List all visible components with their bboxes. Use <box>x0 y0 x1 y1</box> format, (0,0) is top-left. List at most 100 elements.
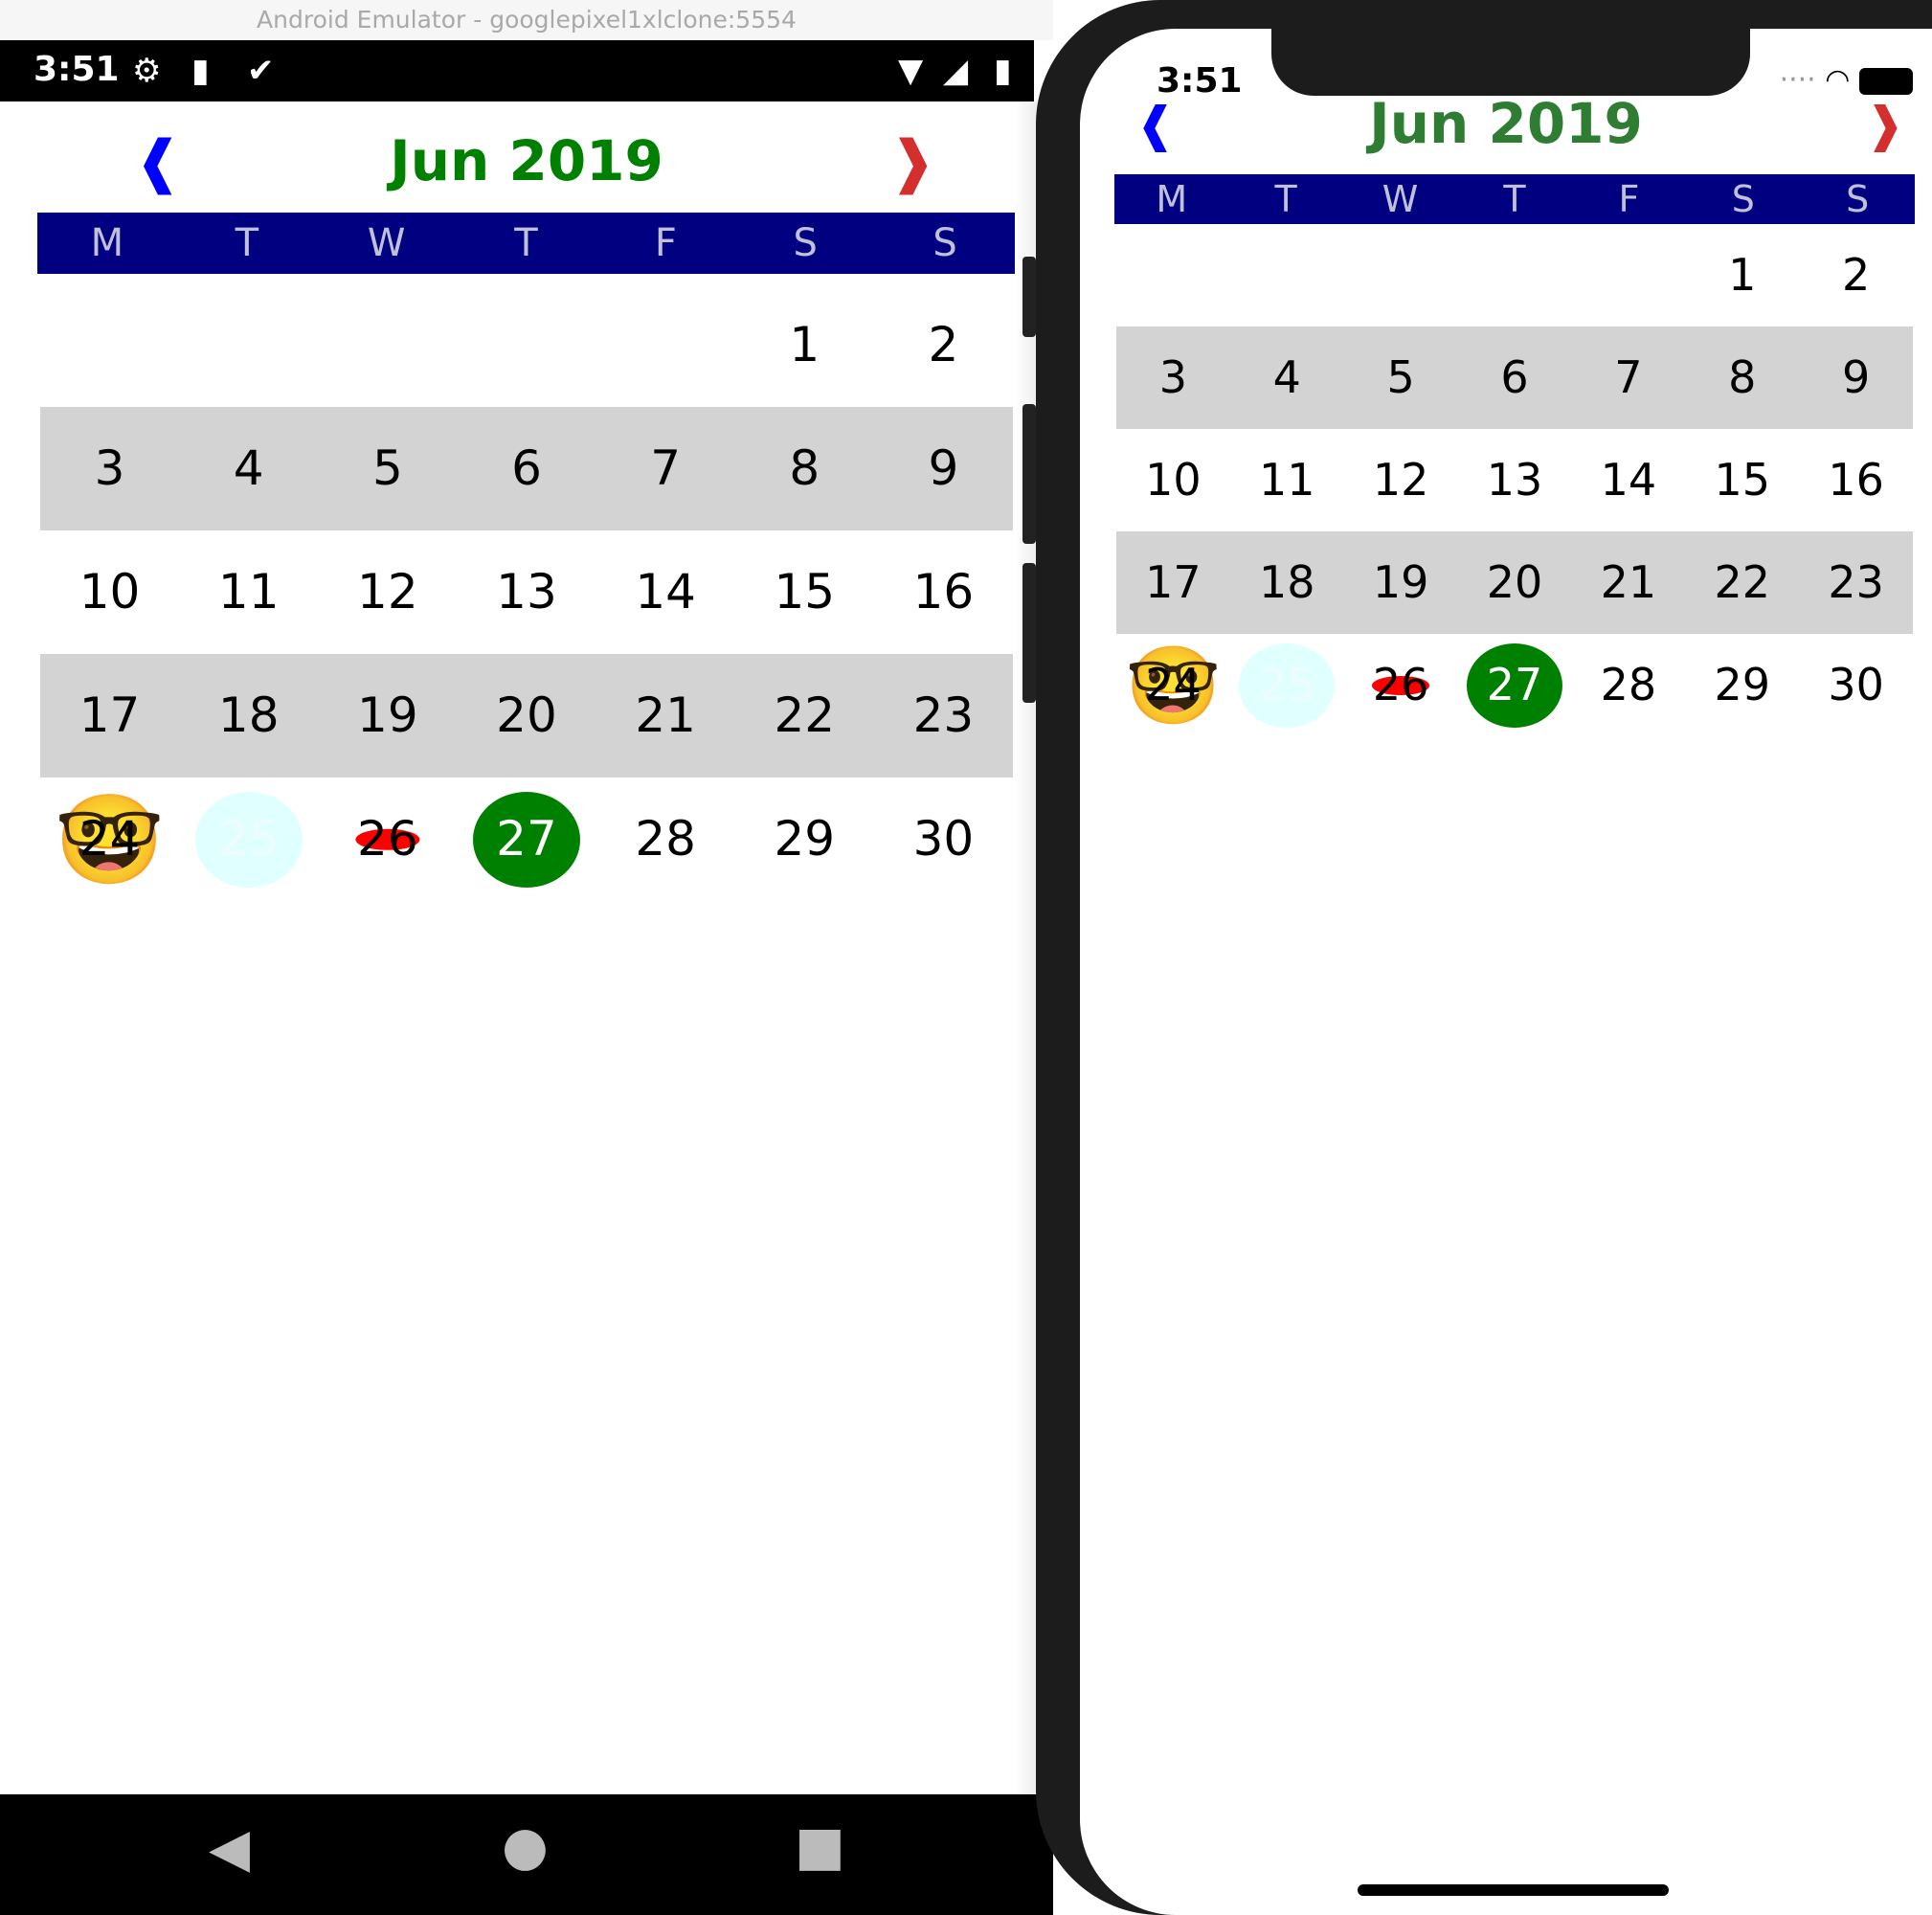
day-cell[interactable]: 22 <box>735 654 874 777</box>
day-cell[interactable]: 3 <box>40 407 179 530</box>
day-cell[interactable]: 2 <box>874 283 1013 407</box>
day-cell[interactable]: 27 <box>457 777 595 901</box>
day-number: 8 <box>789 440 820 496</box>
weekday-label: S <box>932 221 957 265</box>
day-cell[interactable]: 2 <box>1799 224 1913 327</box>
day-number: 28 <box>635 811 696 867</box>
next-month-button[interactable]: ❱ <box>888 128 936 195</box>
day-cell[interactable]: 7 <box>596 407 735 530</box>
day-number: 1 <box>1728 249 1757 301</box>
day-cell[interactable]: 4 <box>1230 327 1344 429</box>
day-cell[interactable]: 26 <box>1344 634 1458 736</box>
day-cell[interactable]: 11 <box>1230 429 1344 531</box>
day-cell[interactable]: 16 <box>874 530 1013 654</box>
wifi-icon: ▼ <box>898 52 924 90</box>
day-number: 22 <box>1714 556 1770 608</box>
day-cell[interactable]: 1 <box>735 283 874 407</box>
day-number: 27 <box>1486 659 1543 710</box>
day-cell[interactable]: 10 <box>40 530 179 654</box>
day-cell[interactable]: 5 <box>318 407 457 530</box>
day-cell[interactable]: 12 <box>318 530 457 654</box>
day-number: 17 <box>1145 556 1202 608</box>
day-cell[interactable]: 22 <box>1685 531 1799 634</box>
day-cell[interactable]: 21 <box>1571 531 1685 634</box>
day-number: 23 <box>1828 556 1884 608</box>
day-cell[interactable]: 13 <box>457 530 595 654</box>
day-cell[interactable]: 23 <box>874 654 1013 777</box>
day-cell[interactable]: 28 <box>596 777 735 901</box>
day-cell[interactable]: 14 <box>1571 429 1685 531</box>
day-cell[interactable]: 🤓 24 <box>40 777 179 901</box>
android-app-content: ❰ Jun 2019 ❱ MTWTFSS 1 2 3 4 5 6 7 8 9 10 11 12 13 14… <box>0 101 1034 1794</box>
day-cell[interactable]: 6 <box>1458 327 1572 429</box>
day-number: 26 <box>1372 659 1429 710</box>
day-cell[interactable]: 26 <box>318 777 457 901</box>
emulator-side-button[interactable] <box>1022 257 1036 337</box>
next-month-button[interactable]: ❱ <box>1865 97 1905 152</box>
day-cell[interactable]: 17 <box>40 654 179 777</box>
day-cell[interactable]: 17 <box>1116 531 1230 634</box>
day-cell[interactable]: 29 <box>1685 634 1799 736</box>
day-number: 2 <box>1841 249 1871 301</box>
day-cell[interactable]: 10 <box>1116 429 1230 531</box>
week-row: 12 <box>1116 224 1913 327</box>
day-cell[interactable]: 30 <box>1799 634 1913 736</box>
weekday-label: S <box>1731 178 1755 220</box>
day-cell[interactable]: 11 <box>179 530 318 654</box>
day-cell[interactable]: 3 <box>1116 327 1230 429</box>
day-cell[interactable]: 9 <box>874 407 1013 530</box>
day-cell[interactable]: 8 <box>735 407 874 530</box>
day-number: 30 <box>912 811 975 867</box>
day-cell[interactable]: 4 <box>179 407 318 530</box>
recents-icon[interactable]: ■ <box>795 1815 845 1878</box>
day-cell[interactable]: 13 <box>1458 429 1572 531</box>
day-number: 18 <box>1259 556 1315 608</box>
emulator-side-button[interactable] <box>1022 404 1036 544</box>
day-cell[interactable]: 12 <box>1344 429 1458 531</box>
day-cell[interactable]: 20 <box>457 654 595 777</box>
day-cell[interactable]: 9 <box>1799 327 1913 429</box>
week-row: 12 <box>40 283 1013 407</box>
day-cell[interactable]: 15 <box>1685 429 1799 531</box>
empty-day-cell <box>1344 224 1458 327</box>
day-cell[interactable]: 19 <box>1344 531 1458 634</box>
weekday-label: T <box>1503 178 1526 220</box>
sd-card-icon: ▮ <box>191 52 210 90</box>
day-number: 19 <box>357 687 418 743</box>
day-cell[interactable]: 19 <box>318 654 457 777</box>
back-icon[interactable]: ◀ <box>209 1817 250 1880</box>
day-cell[interactable]: 5 <box>1344 327 1458 429</box>
home-indicator[interactable] <box>1358 1884 1669 1896</box>
day-cell[interactable]: 18 <box>1230 531 1344 634</box>
day-cell[interactable]: 28 <box>1571 634 1685 736</box>
emulator-side-button[interactable] <box>1022 563 1036 703</box>
day-cell[interactable]: 6 <box>457 407 595 530</box>
day-number: 24 <box>1145 659 1202 710</box>
day-cell[interactable]: 30 <box>874 777 1013 901</box>
empty-day-cell <box>1116 224 1230 327</box>
home-icon[interactable]: ● <box>502 1815 549 1878</box>
day-cell[interactable]: 1 <box>1685 224 1799 327</box>
day-number: 11 <box>217 564 280 620</box>
day-cell[interactable]: 20 <box>1458 531 1572 634</box>
day-cell[interactable]: 18 <box>179 654 318 777</box>
empty-day-cell <box>1458 224 1572 327</box>
weekday-label: S <box>1846 178 1870 220</box>
iphone-notch <box>1271 29 1750 96</box>
day-cell[interactable]: 21 <box>596 654 735 777</box>
day-cell[interactable]: 27 <box>1458 634 1572 736</box>
day-cell[interactable]: 14 <box>596 530 735 654</box>
day-cell[interactable]: 29 <box>735 777 874 901</box>
day-number: 15 <box>1714 454 1770 506</box>
day-cell[interactable]: 25 <box>179 777 318 901</box>
day-cell[interactable]: 15 <box>735 530 874 654</box>
day-cell[interactable]: 16 <box>1799 429 1913 531</box>
day-cell[interactable]: 8 <box>1685 327 1799 429</box>
day-cell[interactable]: 🤓 24 <box>1116 634 1230 736</box>
day-cell[interactable]: 7 <box>1571 327 1685 429</box>
day-cell[interactable]: 23 <box>1799 531 1913 634</box>
day-number: 25 <box>217 811 280 867</box>
day-number: 9 <box>1841 351 1871 403</box>
day-number: 13 <box>496 564 557 620</box>
day-cell[interactable]: 25 <box>1230 634 1344 736</box>
